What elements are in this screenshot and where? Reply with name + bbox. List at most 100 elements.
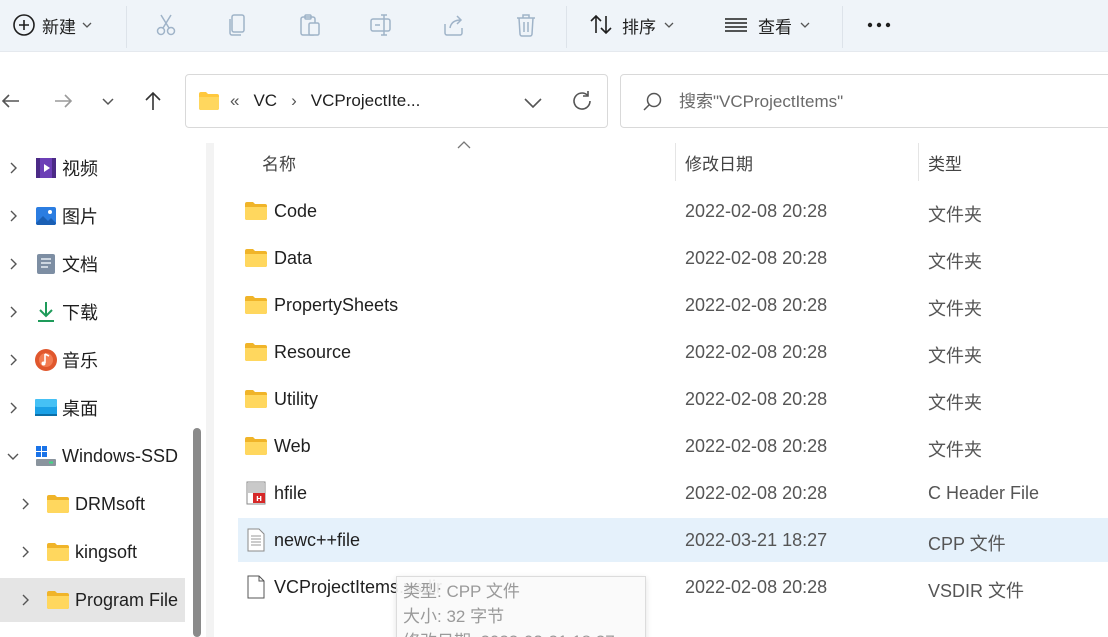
breadcrumb-item[interactable]: VCProjectIte... (311, 91, 421, 111)
file-date: 2022-02-08 20:28 (685, 483, 828, 503)
chevron-right-icon[interactable] (18, 545, 32, 559)
nav-item-music[interactable]: 音乐 (0, 338, 206, 382)
nav-item-label: 下载 (62, 303, 98, 323)
column-divider[interactable] (675, 143, 676, 181)
file-row[interactable]: Utility 2022-02-08 20:28 文件夹 (238, 377, 1108, 421)
new-button[interactable]: 新建 (6, 8, 98, 42)
chevron-right-icon[interactable] (18, 497, 32, 511)
breadcrumb-separator: › (291, 91, 297, 110)
file-name: newc++file (274, 530, 361, 550)
nav-item-drmsoft[interactable]: DRMsoft (0, 482, 206, 526)
search-box[interactable] (620, 74, 1108, 128)
toolbar-divider (126, 6, 127, 48)
arrow-right-icon (55, 94, 73, 108)
address-bar[interactable]: « VC › VCProjectIte... (185, 74, 608, 128)
file-date: 2022-03-21 18:27 (685, 530, 828, 550)
file-row[interactable]: Web 2022-02-08 20:28 文件夹 (238, 424, 1108, 468)
tooltip-size: 大小: 32 字节 (403, 607, 505, 626)
nav-item-label: 图片 (62, 207, 98, 227)
file-row[interactable]: Resource 2022-02-08 20:28 文件夹 (238, 330, 1108, 374)
chevron-down-icon[interactable] (6, 449, 20, 463)
nav-item-program-files[interactable]: Program File (0, 578, 185, 622)
folder-icon (199, 92, 219, 110)
sort-icon (590, 14, 612, 35)
chevron-right-icon[interactable] (6, 353, 20, 367)
pane-splitter[interactable] (206, 143, 214, 637)
chevron-right-icon[interactable] (6, 257, 20, 271)
rename-icon[interactable] (369, 12, 395, 38)
paste-icon[interactable] (297, 12, 323, 38)
nav-item-downloads[interactable]: 下载 (0, 290, 206, 334)
view-button[interactable]: 查看 (722, 8, 810, 42)
up-button[interactable] (138, 86, 168, 116)
column-header-date[interactable]: 修改日期 (685, 143, 915, 181)
recent-locations-button[interactable] (93, 86, 123, 116)
nav-item-label: kingsoft (75, 541, 138, 562)
forward-button[interactable] (48, 86, 78, 116)
search-input[interactable] (679, 89, 1099, 115)
nav-item-documents[interactable]: 文档 (0, 242, 206, 286)
blank-file-icon (247, 575, 265, 599)
file-row[interactable]: PropertySheets 2022-02-08 20:28 文件夹 (238, 283, 1108, 327)
nav-item-videos[interactable]: 视频 (0, 146, 206, 190)
column-header-name[interactable]: 名称 (262, 143, 672, 181)
folder-icon (245, 296, 267, 314)
nav-item-pictures[interactable]: 图片 (0, 194, 206, 238)
column-header-type[interactable]: 类型 (928, 143, 1108, 181)
column-header-label: 名称 (262, 154, 296, 174)
chevron-right-icon[interactable] (6, 161, 20, 175)
file-type: 文件夹 (928, 346, 982, 366)
chevron-right-icon[interactable] (6, 209, 20, 223)
file-date: 2022-02-08 20:28 (685, 201, 828, 221)
file-date: 2022-02-08 20:28 (685, 342, 828, 362)
breadcrumb-item[interactable]: VC (253, 91, 277, 111)
file-row-hovered[interactable]: newc++file 2022-03-21 18:27 CPP 文件 (238, 518, 1108, 562)
nav-item-kingsoft[interactable]: kingsoft (0, 530, 206, 574)
chevron-down-icon (800, 22, 810, 28)
drive-icon (36, 446, 56, 466)
text-file-icon (247, 528, 265, 552)
file-type: 文件夹 (928, 440, 982, 460)
file-date: 2022-02-08 20:28 (685, 436, 828, 456)
header-file-icon: H (246, 481, 266, 505)
chevron-down-icon[interactable] (522, 91, 544, 113)
cut-icon[interactable] (153, 12, 179, 38)
share-icon[interactable] (441, 12, 467, 38)
file-type: CPP 文件 (928, 534, 1006, 554)
chevron-right-icon[interactable] (6, 401, 20, 415)
nav-item-label: 文档 (62, 255, 98, 275)
file-row[interactable]: H hfile 2022-02-08 20:28 C Header File (238, 471, 1108, 515)
chevron-down-icon (82, 22, 92, 28)
more-options-button[interactable] (862, 10, 896, 40)
file-row[interactable]: Data 2022-02-08 20:28 文件夹 (238, 236, 1108, 280)
file-row[interactable]: VCProjectItems.vsdir 2022-02-08 20:28 VS… (238, 565, 1108, 609)
folder-icon (245, 343, 267, 361)
file-type: 文件夹 (928, 393, 982, 413)
breadcrumb-overflow[interactable]: « (230, 91, 239, 111)
copy-icon[interactable] (225, 12, 251, 38)
nav-item-desktop[interactable]: 桌面 (0, 386, 206, 430)
tooltip-type: 类型: CPP 文件 (403, 582, 520, 601)
back-button[interactable] (0, 86, 26, 116)
file-row[interactable]: Code 2022-02-08 20:28 文件夹 (238, 189, 1108, 233)
delete-icon[interactable] (513, 12, 539, 38)
nav-scrollbar-thumb[interactable] (193, 428, 201, 637)
chevron-down-icon (664, 22, 674, 28)
file-date: 2022-02-08 20:28 (685, 295, 828, 315)
nav-item-label: Program File (75, 589, 179, 610)
folder-icon (47, 495, 69, 513)
documents-icon (37, 254, 55, 274)
nav-item-label: DRMsoft (75, 493, 146, 514)
chevron-right-icon[interactable] (18, 593, 32, 607)
column-divider[interactable] (918, 143, 919, 181)
nav-item-windows-ssd[interactable]: Windows-SSD (0, 434, 206, 478)
refresh-icon[interactable] (570, 89, 594, 113)
nav-item-label: 桌面 (62, 399, 98, 419)
chevron-right-icon[interactable] (6, 305, 20, 319)
file-info-tooltip: 类型: CPP 文件 大小: 32 字节 修改日期: 2022-03-21 18… (396, 576, 646, 637)
file-name: PropertySheets (274, 295, 399, 315)
toolbar-divider (566, 6, 567, 48)
svg-text:H: H (256, 495, 262, 503)
folder-icon (245, 249, 267, 267)
sort-button[interactable]: 排序 (588, 8, 674, 42)
